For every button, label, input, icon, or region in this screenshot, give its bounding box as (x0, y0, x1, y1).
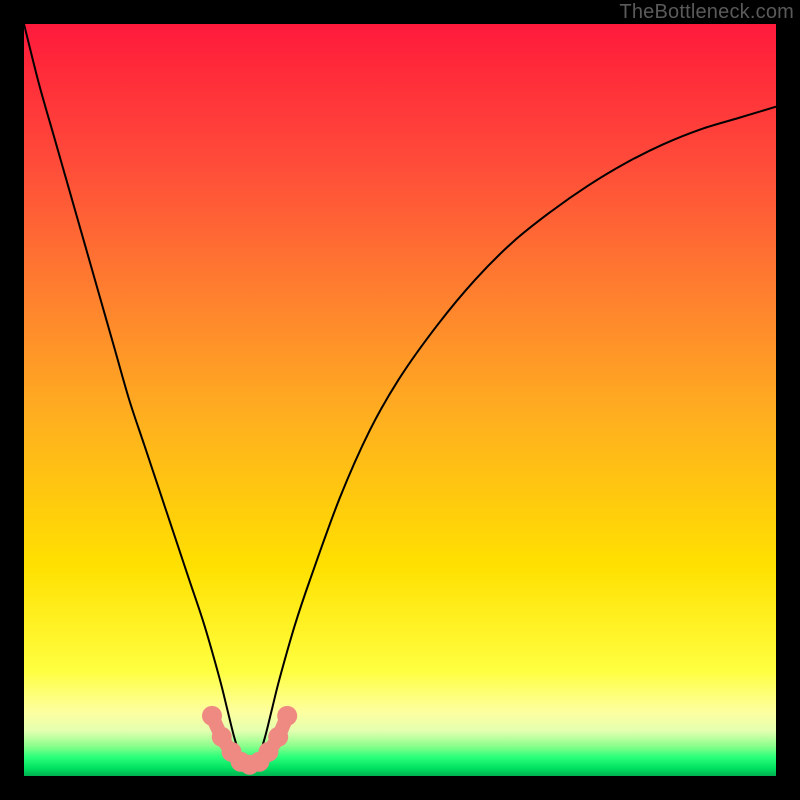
bottleneck-dot (268, 727, 288, 747)
bottleneck-dot (277, 706, 297, 726)
bottleneck-curve (24, 24, 776, 768)
chart-plot-area (24, 24, 776, 776)
attribution-text: TheBottleneck.com (619, 1, 794, 24)
bottleneck-dot (202, 706, 222, 726)
chart-svg (24, 24, 776, 776)
bottleneck-dots (202, 706, 297, 775)
chart-frame: TheBottleneck.com (0, 0, 800, 800)
